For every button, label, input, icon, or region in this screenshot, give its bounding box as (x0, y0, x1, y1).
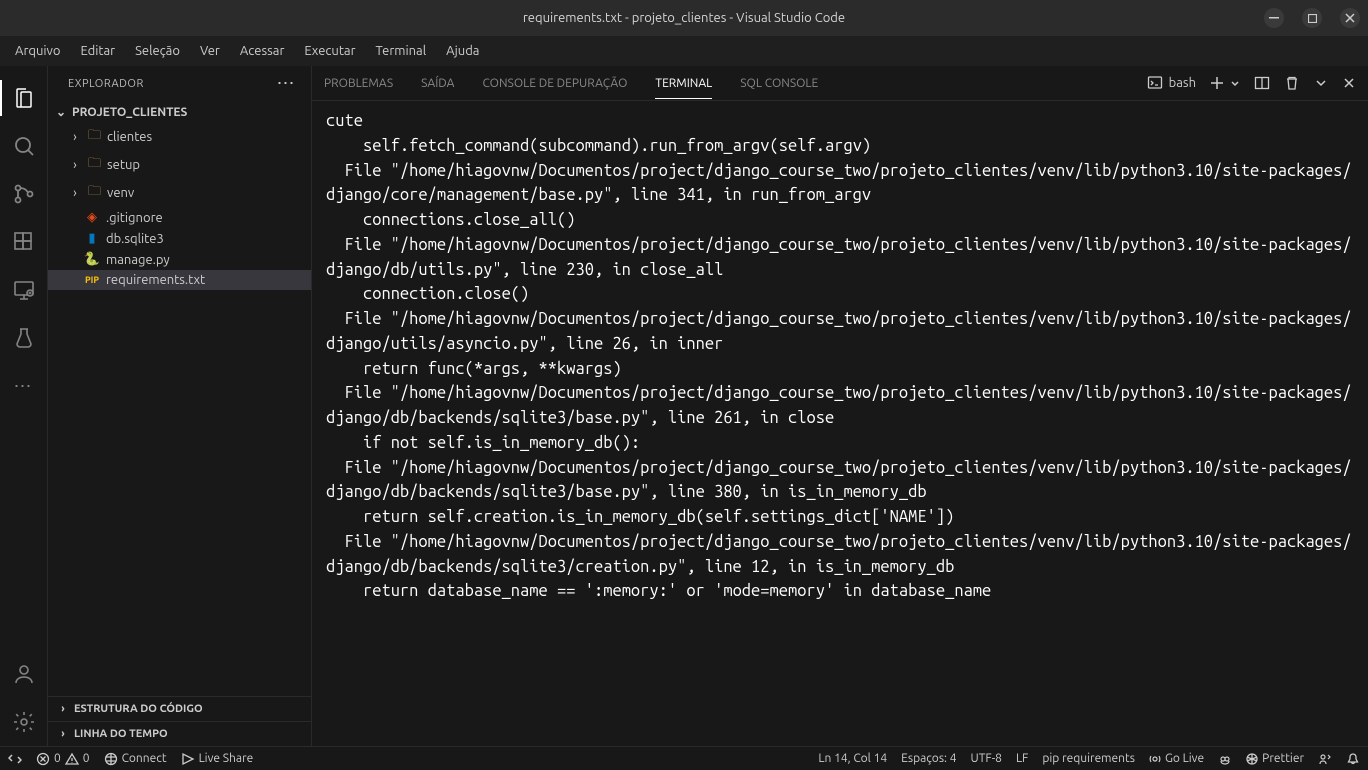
panel-tab-problemas[interactable]: PROBLEMAS (324, 69, 393, 98)
remote-explorer-icon[interactable] (0, 266, 48, 314)
panel-tab-console-de-depuração[interactable]: CONSOLE DE DEPURAÇÃO (482, 69, 627, 98)
terminal-output[interactable]: cute self.fetch_command(subcommand).run_… (312, 101, 1368, 746)
close-panel-button[interactable] (1342, 76, 1356, 90)
maximize-button[interactable] (1302, 8, 1322, 28)
outline-section[interactable]: › ESTRUTURA DO CÓDIGO (48, 696, 311, 721)
file-label: manage.py (106, 253, 170, 267)
chevron-right-icon: › (68, 158, 82, 172)
explorer-icon[interactable] (0, 74, 48, 122)
panel-tabs: PROBLEMAS SAÍDA CONSOLE DE DEPURAÇÃO TERMIN… (324, 69, 818, 98)
timeline-label: LINHA DO TEMPO (74, 728, 168, 740)
file-label: db.sqlite3 (106, 232, 164, 246)
folder-clientes[interactable]: › 🗀 clientes (48, 123, 311, 151)
spaces-button[interactable]: Espaços: 4 (901, 752, 956, 765)
folder-label: clientes (107, 130, 152, 144)
chevron-down-icon[interactable] (1314, 76, 1328, 90)
menubar: ArquivoEditarSeleçãoVerAcessarExecutarTe… (0, 36, 1368, 66)
project-name: PROJETO_CLIENTES (72, 106, 187, 119)
split-terminal-button[interactable] (1254, 75, 1270, 91)
menu-editar[interactable]: Editar (71, 40, 124, 62)
file-requirements-txt[interactable]: PIPrequirements.txt (48, 270, 311, 290)
sidebar-more-icon[interactable]: ⋯ (277, 73, 296, 94)
folder-setup[interactable]: › 🗀 setup (48, 151, 311, 179)
account-icon[interactable] (0, 650, 48, 698)
timeline-section[interactable]: › LINHA DO TEMPO (48, 721, 311, 746)
folder-label: venv (107, 186, 134, 200)
problems-button[interactable]: 0 0 (36, 752, 90, 766)
chevron-right-icon: › (68, 186, 82, 200)
menu-ver[interactable]: Ver (191, 40, 229, 62)
menu-acessar[interactable]: Acessar (231, 40, 294, 62)
editor-area: PROBLEMAS SAÍDA CONSOLE DE DEPURAÇÃO TERMIN… (312, 66, 1368, 746)
encoding-button[interactable]: UTF-8 (971, 752, 1002, 765)
sidebar: EXPLORADOR ⋯ ⌄ PROJETO_CLIENTES › 🗀 client… (48, 66, 312, 746)
folder-icon: 🗀 (88, 154, 101, 176)
folder-venv[interactable]: › 🗀 venv (48, 179, 311, 207)
settings-icon[interactable] (0, 698, 48, 746)
close-button[interactable] (1340, 8, 1360, 28)
statusbar: 0 0 Connect Live Share Ln 14, Col 14 Esp… (0, 746, 1368, 770)
menu-arquivo[interactable]: Arquivo (6, 40, 69, 62)
remote-button[interactable] (8, 752, 22, 766)
prettier-button[interactable]: Prettier (1246, 752, 1304, 765)
chevron-right-icon: › (56, 728, 70, 740)
connect-button[interactable]: Connect (104, 752, 167, 766)
new-terminal-button[interactable] (1210, 76, 1240, 90)
copilot-button[interactable] (1218, 752, 1232, 766)
file--gitignore[interactable]: ◈.gitignore (48, 207, 311, 228)
language-mode-button[interactable]: pip requirements (1042, 752, 1135, 765)
file-manage-py[interactable]: 🐍manage.py (48, 249, 311, 270)
titlebar: requirements.txt - projeto_clientes - Vi… (0, 0, 1368, 36)
panel-tab-terminal[interactable]: TERMINAL (655, 69, 712, 98)
source-control-icon[interactable] (0, 170, 48, 218)
search-icon[interactable] (0, 122, 48, 170)
extensions-icon[interactable] (0, 218, 48, 266)
shell-name: bash (1169, 76, 1196, 90)
project-root[interactable]: ⌄ PROJETO_CLIENTES (48, 101, 311, 123)
folder-label: setup (107, 158, 140, 172)
panel-bar: PROBLEMAS SAÍDA CONSOLE DE DEPURAÇÃO TERMIN… (312, 66, 1368, 101)
menu-ajuda[interactable]: Ajuda (437, 40, 488, 62)
panel-tab-saída[interactable]: SAÍDA (421, 69, 454, 98)
file-db-sqlite3[interactable]: ▮db.sqlite3 (48, 228, 311, 249)
terminal-shell-selector[interactable]: bash (1147, 75, 1196, 91)
golive-button[interactable]: Go Live (1149, 752, 1204, 765)
folder-icon: 🗀 (88, 126, 101, 148)
menu-seleção[interactable]: Seleção (126, 40, 189, 62)
window-title: requirements.txt - projeto_clientes - Vi… (523, 11, 845, 25)
minimize-button[interactable] (1264, 8, 1284, 28)
menu-terminal[interactable]: Terminal (367, 40, 436, 62)
chevron-right-icon: › (56, 703, 70, 715)
panel-tab-sql-console[interactable]: SQL CONSOLE (740, 69, 818, 98)
outline-label: ESTRUTURA DO CÓDIGO (74, 703, 203, 715)
file-label: requirements.txt (106, 273, 205, 287)
testing-icon[interactable] (0, 314, 48, 362)
folder-icon: 🗀 (88, 182, 101, 204)
chevron-down-icon: ⌄ (54, 105, 68, 119)
file-label: .gitignore (106, 211, 163, 225)
menu-executar[interactable]: Executar (295, 40, 364, 62)
notifications-button[interactable] (1346, 752, 1360, 766)
liveshare-button[interactable]: Live Share (181, 752, 254, 766)
eol-button[interactable]: LF (1016, 752, 1028, 765)
cursor-position[interactable]: Ln 14, Col 14 (818, 752, 887, 765)
chevron-right-icon: › (68, 130, 82, 144)
more-icon[interactable]: ⋯ (0, 362, 48, 410)
feedback-button[interactable] (1318, 752, 1332, 766)
activity-bar: ⋯ (0, 66, 48, 746)
sidebar-title: EXPLORADOR (68, 78, 144, 90)
trash-button[interactable] (1284, 75, 1300, 91)
